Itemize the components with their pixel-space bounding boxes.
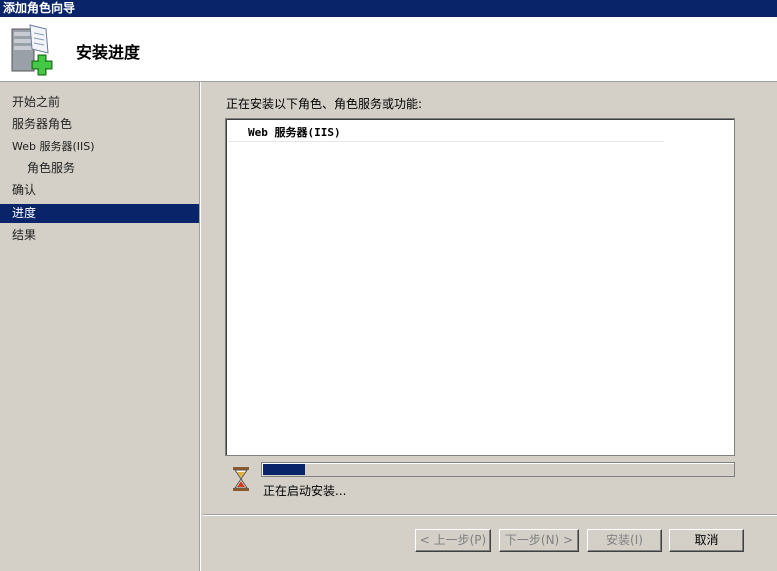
sidebar-item-confirmation[interactable]: 确认 (0, 181, 200, 200)
page-title: 安装进度 (76, 43, 141, 62)
server-add-icon (8, 23, 58, 77)
sidebar-item-role-services[interactable]: 角色服务 (0, 159, 200, 178)
previous-button[interactable]: < 上一步(P) (415, 529, 491, 552)
progress-fill (263, 464, 305, 475)
sidebar-item-results[interactable]: 结果 (0, 226, 200, 245)
wizard-steps: 开始之前 服务器角色 Web 服务器(IIS) 角色服务 确认 进度 结果 (0, 82, 201, 571)
sidebar-item-web-server[interactable]: Web 服务器(IIS) (0, 137, 200, 156)
list-item[interactable]: Web 服务器(IIS) (228, 121, 664, 142)
progress-bar (261, 462, 735, 477)
footer-divider (203, 514, 777, 516)
wizard-header: 安装进度 (0, 17, 777, 82)
list-item-label: Web 服务器(IIS) (248, 126, 341, 139)
sidebar-item-progress[interactable]: 进度 (0, 204, 200, 223)
next-button[interactable]: 下一步(N) > (499, 529, 579, 552)
window-title: 添加角色向导 (0, 0, 777, 17)
sidebar-item-before-you-begin[interactable]: 开始之前 (0, 93, 200, 112)
install-button[interactable]: 安装(I) (587, 529, 662, 552)
status-text: 正在启动安装... (263, 484, 347, 498)
install-list[interactable]: Web 服务器(IIS) (225, 118, 735, 456)
cancel-button[interactable]: 取消 (669, 529, 744, 552)
wizard-content: 正在安装以下角色、角色服务或功能: Web 服务器(IIS) 正在启动安装...… (203, 82, 777, 571)
intro-text: 正在安装以下角色、角色服务或功能: (226, 97, 423, 111)
sidebar-item-server-roles[interactable]: 服务器角色 (0, 115, 200, 134)
hourglass-icon (231, 466, 251, 492)
